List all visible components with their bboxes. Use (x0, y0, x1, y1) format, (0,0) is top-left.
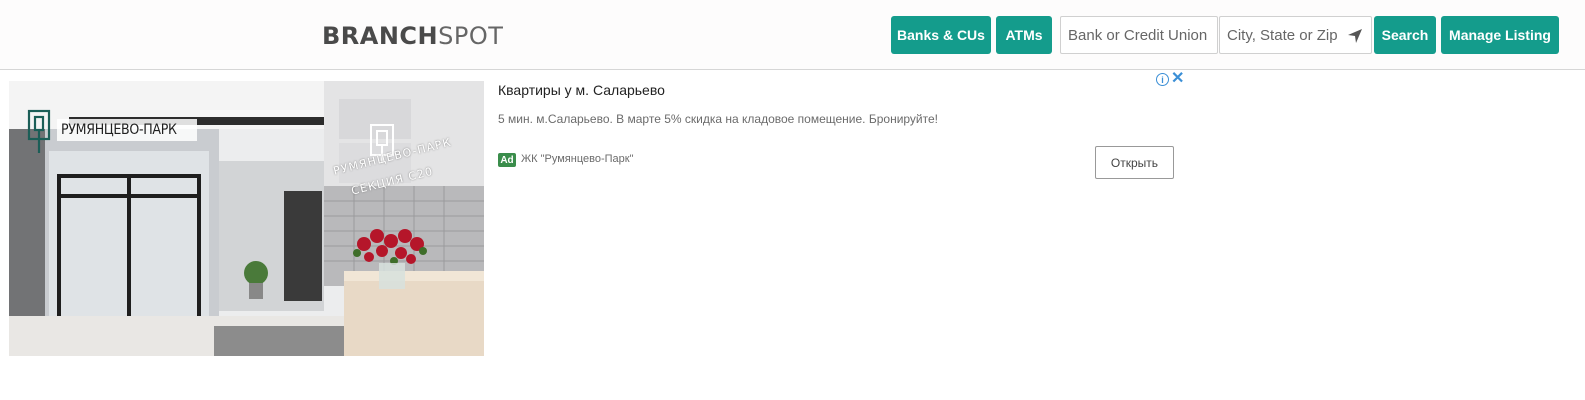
info-icon[interactable]: i (1156, 73, 1169, 86)
search-button[interactable]: Search (1374, 16, 1436, 54)
bank-search-input[interactable]: Bank or Credit Union (1060, 16, 1218, 54)
ad-advertiser: ЖК "Румянцево-Парк" (521, 153, 634, 165)
locate-arrow-icon[interactable] (1347, 28, 1363, 44)
ad-description: 5 мин. м.Саларьево. В марте 5% скидка на… (498, 112, 939, 126)
close-icon[interactable]: ✕ (1171, 71, 1184, 87)
banks-cus-button[interactable]: Banks & CUs (891, 16, 991, 54)
ad-open-button[interactable]: Открыть (1095, 146, 1174, 179)
ad-title[interactable]: Квартиры у м. Саларьево (498, 82, 665, 98)
location-search-input[interactable]: City, State or Zip (1219, 16, 1372, 54)
location-search-placeholder: City, State or Zip (1227, 26, 1338, 44)
ad-badge: Ad (498, 153, 516, 167)
ad-image-brand-text: РУМЯНЦЕВО-ПАРК (61, 122, 177, 138)
atms-button[interactable]: ATMs (996, 16, 1052, 54)
ad-image[interactable]: РУМЯНЦЕВО-ПАРК РУМЯНЦЕВО-ПАРК СЕКЦИЯ С20 (9, 81, 484, 356)
site-logo[interactable]: BRANCHSPOT (322, 22, 503, 50)
bank-search-placeholder: Bank or Credit Union (1068, 26, 1208, 44)
logo-bold-text: BRANCH (322, 22, 439, 50)
manage-listing-button[interactable]: Manage Listing (1441, 16, 1559, 54)
logo-light-text: SPOT (438, 22, 504, 50)
site-header: BRANCHSPOT Banks & CUs ATMs Bank or Cred… (0, 0, 1585, 70)
